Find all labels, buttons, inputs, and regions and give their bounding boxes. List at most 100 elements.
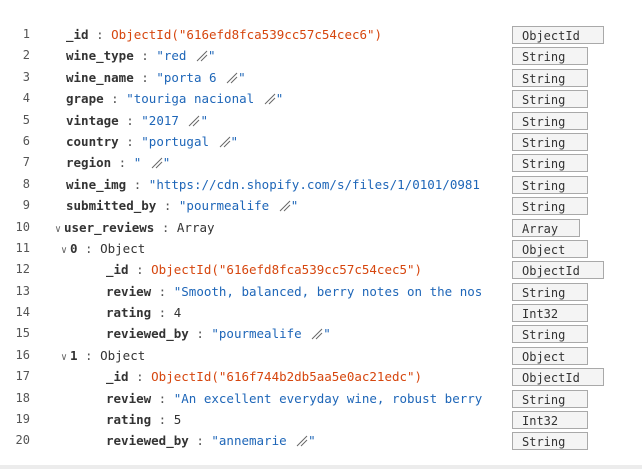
key-separator: :: [154, 219, 177, 235]
field-row[interactable]: 11 ∨ 0 : Object Object: [0, 238, 642, 259]
chevron-down-icon[interactable]: ∨: [52, 219, 64, 240]
objectid-value[interactable]: ObjectId("616efd8fca539cc57c54cec6"): [111, 27, 382, 42]
field-content: ∨ user_reviews : Array: [52, 217, 508, 240]
string-value[interactable]: portugal: [149, 134, 217, 149]
field-key[interactable]: wine_name: [66, 70, 134, 85]
type-selector[interactable]: String: [512, 47, 588, 66]
field-key[interactable]: _id: [66, 27, 89, 42]
type-selector[interactable]: String: [512, 282, 588, 301]
field-key[interactable]: review: [106, 284, 151, 299]
field-row[interactable]: 7 region : " " String: [0, 152, 642, 173]
field-content: _id : ObjectId("616efd8fca539cc57c54cec6…: [66, 24, 508, 45]
type-selector[interactable]: ObjectId: [512, 261, 604, 280]
type-selector[interactable]: String: [512, 325, 588, 344]
resize-handle-icon[interactable]: [296, 432, 308, 447]
string-value[interactable]: touriga nacional: [134, 91, 262, 106]
chevron-down-icon[interactable]: ∨: [58, 240, 70, 261]
field-row[interactable]: 5 vintage : "2017 " String: [0, 110, 642, 131]
field-row[interactable]: 14 rating : 4 Int32: [0, 302, 642, 323]
type-selector[interactable]: String: [512, 154, 588, 173]
string-value[interactable]: pourmealife: [219, 326, 309, 341]
field-row[interactable]: 9 submitted_by : "pourmealife " String: [0, 195, 642, 216]
field-content: wine_name : "porta 6 ": [66, 67, 508, 88]
field-key[interactable]: grape: [66, 91, 104, 106]
field-key[interactable]: review: [106, 391, 151, 406]
string-value[interactable]: Smooth, balanced, berry notes on the nos: [181, 284, 482, 299]
string-value[interactable]: 2017: [149, 113, 187, 128]
field-key[interactable]: _id: [106, 262, 129, 277]
field-row[interactable]: 3 wine_name : "porta 6 " String: [0, 67, 642, 88]
field-key[interactable]: 0: [70, 241, 78, 256]
chevron-down-icon[interactable]: ∨: [58, 347, 70, 368]
field-key[interactable]: country: [66, 134, 119, 149]
resize-handle-icon[interactable]: [279, 197, 291, 212]
field-row[interactable]: 15 reviewed_by : "pourmealife " String: [0, 323, 642, 344]
field-row[interactable]: 18 review : "An excellent everyday wine, …: [0, 388, 642, 409]
type-selector[interactable]: String: [512, 111, 588, 130]
field-row[interactable]: 20 reviewed_by : "annemarie " String: [0, 430, 642, 451]
type-selector[interactable]: String: [512, 389, 588, 408]
key-separator: :: [118, 133, 142, 149]
type-selector[interactable]: ObjectId: [512, 368, 604, 387]
string-value[interactable]: annemarie: [219, 433, 294, 448]
resize-handle-icon[interactable]: [311, 325, 323, 340]
field-row[interactable]: 12 _id : ObjectId("616efd8fca539cc57c54ce…: [0, 259, 642, 280]
type-selector[interactable]: Object: [512, 346, 588, 365]
field-row[interactable]: 17 _id : ObjectId("616f744b2db5aa5e0ac21e…: [0, 366, 642, 387]
field-content: country : "portugal ": [66, 131, 508, 152]
string-value[interactable]: red: [164, 48, 194, 63]
field-key[interactable]: reviewed_by: [106, 433, 189, 448]
type-selector[interactable]: String: [512, 90, 588, 109]
field-row[interactable]: 6 country : "portugal " String: [0, 131, 642, 152]
field-row[interactable]: 13 review : "Smooth, balanced, berry note…: [0, 281, 642, 302]
line-number: 2: [22, 48, 30, 63]
field-row[interactable]: 16 ∨ 1 : Object Object: [0, 345, 642, 366]
field-key[interactable]: _id: [106, 369, 129, 384]
field-row[interactable]: 4 grape : "touriga nacional " String: [0, 88, 642, 109]
resize-handle-icon[interactable]: [264, 90, 276, 105]
string-value[interactable]: [141, 155, 149, 170]
resize-handle-icon[interactable]: [151, 154, 163, 169]
string-value[interactable]: An excellent everyday wine, robust berry: [181, 391, 482, 406]
field-row[interactable]: 2 wine_type : "red " String: [0, 45, 642, 66]
field-key[interactable]: reviewed_by: [106, 326, 189, 341]
type-selector[interactable]: String: [512, 68, 588, 87]
type-selector[interactable]: Int32: [512, 304, 588, 323]
field-row[interactable]: 19 rating : 5 Int32: [0, 409, 642, 430]
type-selector[interactable]: String: [512, 432, 588, 451]
type-selector[interactable]: String: [512, 197, 588, 216]
string-value[interactable]: https://cdn.shopify.com/s/files/1/0101/0…: [156, 177, 480, 192]
field-content: submitted_by : "pourmealife ": [66, 195, 508, 216]
line-number: 19: [15, 412, 30, 427]
field-content: rating : 5: [106, 409, 508, 430]
resize-handle-icon[interactable]: [226, 69, 238, 84]
field-key[interactable]: wine_type: [66, 48, 134, 63]
type-selector[interactable]: String: [512, 132, 588, 151]
resize-handle-icon[interactable]: [188, 112, 200, 126]
resize-handle-icon[interactable]: [219, 133, 231, 148]
field-key[interactable]: region: [66, 155, 111, 170]
objectid-value[interactable]: ObjectId("616efd8fca539cc57c54cec5"): [151, 262, 422, 277]
field-key[interactable]: wine_img: [66, 177, 126, 192]
field-key[interactable]: rating: [106, 412, 151, 427]
number-value[interactable]: 4: [174, 305, 182, 320]
field-row[interactable]: 1 _id : ObjectId("616efd8fca539cc57c54cec…: [0, 24, 642, 45]
number-value[interactable]: 5: [174, 412, 182, 427]
objectid-value[interactable]: ObjectId("616f744b2db5aa5e0ac21edc"): [151, 369, 422, 384]
resize-handle-icon[interactable]: [196, 47, 208, 62]
string-value[interactable]: pourmealife: [186, 198, 276, 213]
type-selector[interactable]: Object: [512, 239, 588, 258]
type-selector[interactable]: String: [512, 175, 588, 194]
string-value[interactable]: porta 6: [164, 70, 224, 85]
type-selector[interactable]: Array: [512, 218, 580, 237]
type-selector[interactable]: ObjectId: [512, 26, 604, 44]
field-row[interactable]: 10 ∨ user_reviews : Array Array: [0, 217, 642, 238]
field-key[interactable]: 1: [70, 348, 78, 363]
field-key[interactable]: submitted_by: [66, 198, 156, 213]
line-number: 20: [15, 433, 30, 448]
field-key[interactable]: user_reviews: [64, 220, 154, 235]
field-row[interactable]: 8 wine_img : "https://cdn.shopify.com/s/f…: [0, 174, 642, 195]
field-key[interactable]: vintage: [66, 113, 119, 128]
type-selector[interactable]: Int32: [512, 411, 588, 430]
field-key[interactable]: rating: [106, 305, 151, 320]
